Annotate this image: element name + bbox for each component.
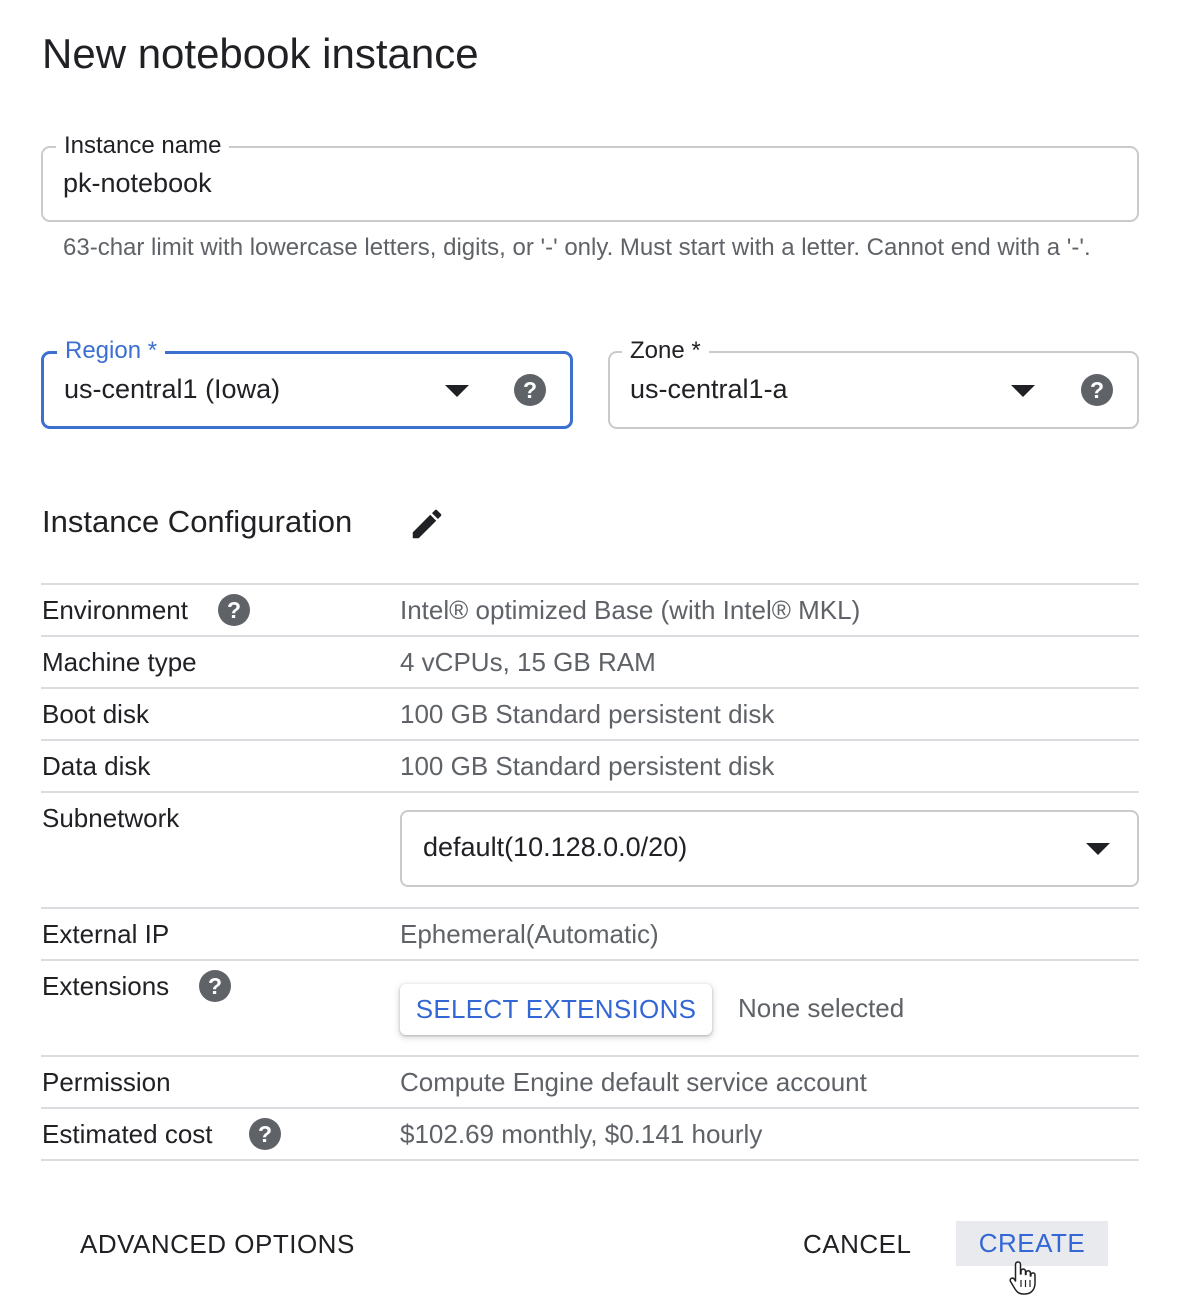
- divider: [41, 1055, 1139, 1057]
- machine-type-label: Machine type: [42, 647, 197, 677]
- subnetwork-value: default(10.128.0.0/20): [423, 832, 688, 862]
- cancel-button[interactable]: CANCEL: [803, 1229, 911, 1260]
- extensions-label: Extensions: [42, 971, 170, 1001]
- divider: [41, 583, 1139, 585]
- region-select[interactable]: Region * us-central1 (Iowa) ?: [41, 335, 573, 429]
- subnetwork-label: Subnetwork: [42, 803, 180, 833]
- dropdown-arrow-icon[interactable]: [1011, 385, 1035, 399]
- extensions-status: None selected: [738, 993, 905, 1023]
- estimated-cost-label: Estimated cost: [42, 1119, 213, 1149]
- zone-value: us-central1-a: [630, 374, 788, 404]
- advanced-options-button[interactable]: ADVANCED OPTIONS: [80, 1229, 355, 1260]
- external-ip-label: External IP: [42, 919, 170, 949]
- hand-cursor-icon: [1009, 1261, 1036, 1295]
- zone-select[interactable]: Zone * us-central1-a ?: [608, 335, 1139, 429]
- svg-text:?: ?: [1090, 377, 1104, 403]
- divider: [41, 739, 1139, 741]
- svg-text:?: ?: [208, 973, 222, 999]
- divider: [41, 1159, 1139, 1161]
- divider: [41, 959, 1139, 961]
- pencil-icon[interactable]: [408, 505, 446, 543]
- help-icon[interactable]: ?: [514, 374, 546, 406]
- divider: [41, 907, 1139, 909]
- external-ip-value: Ephemeral(Automatic): [400, 919, 659, 949]
- data-disk-label: Data disk: [42, 751, 151, 781]
- permission-value: Compute Engine default service account: [400, 1067, 867, 1097]
- help-icon[interactable]: ?: [1081, 374, 1113, 406]
- select-extensions-button[interactable]: SELECT EXTENSIONS: [400, 984, 712, 1035]
- divider: [41, 1107, 1139, 1109]
- divider: [41, 791, 1139, 793]
- divider: [41, 687, 1139, 689]
- instance-name-field[interactable]: Instance name pk-notebook: [41, 130, 1139, 222]
- svg-text:?: ?: [258, 1121, 272, 1147]
- permission-label: Permission: [42, 1067, 171, 1097]
- boot-disk-value: 100 GB Standard persistent disk: [400, 699, 775, 729]
- divider: [41, 635, 1139, 637]
- dropdown-arrow-icon[interactable]: [445, 385, 469, 399]
- config-section-title: Instance Configuration: [42, 504, 353, 539]
- machine-type-value: 4 vCPUs, 15 GB RAM: [400, 647, 656, 677]
- estimated-cost-value: $102.69 monthly, $0.141 hourly: [400, 1119, 763, 1149]
- svg-text:?: ?: [227, 597, 241, 623]
- instance-name-value[interactable]: pk-notebook: [63, 168, 212, 199]
- dropdown-arrow-icon[interactable]: [1086, 843, 1110, 857]
- svg-text:?: ?: [523, 377, 537, 403]
- subnetwork-select[interactable]: default(10.128.0.0/20): [400, 810, 1139, 887]
- zone-label: Zone *: [622, 335, 709, 367]
- help-icon[interactable]: ?: [218, 594, 250, 626]
- instance-name-label: Instance name: [56, 130, 230, 162]
- help-icon[interactable]: ?: [249, 1118, 281, 1150]
- instance-name-hint: 63-char limit with lowercase letters, di…: [63, 234, 1091, 261]
- region-label: Region *: [57, 335, 166, 367]
- dialog-title: New notebook instance: [42, 30, 479, 77]
- data-disk-value: 100 GB Standard persistent disk: [400, 751, 775, 781]
- region-value: us-central1 (Iowa): [64, 374, 281, 404]
- boot-disk-label: Boot disk: [42, 699, 149, 729]
- help-icon[interactable]: ?: [199, 970, 231, 1002]
- environment-label: Environment: [42, 595, 188, 625]
- environment-value: Intel® optimized Base (with Intel® MKL): [400, 595, 861, 625]
